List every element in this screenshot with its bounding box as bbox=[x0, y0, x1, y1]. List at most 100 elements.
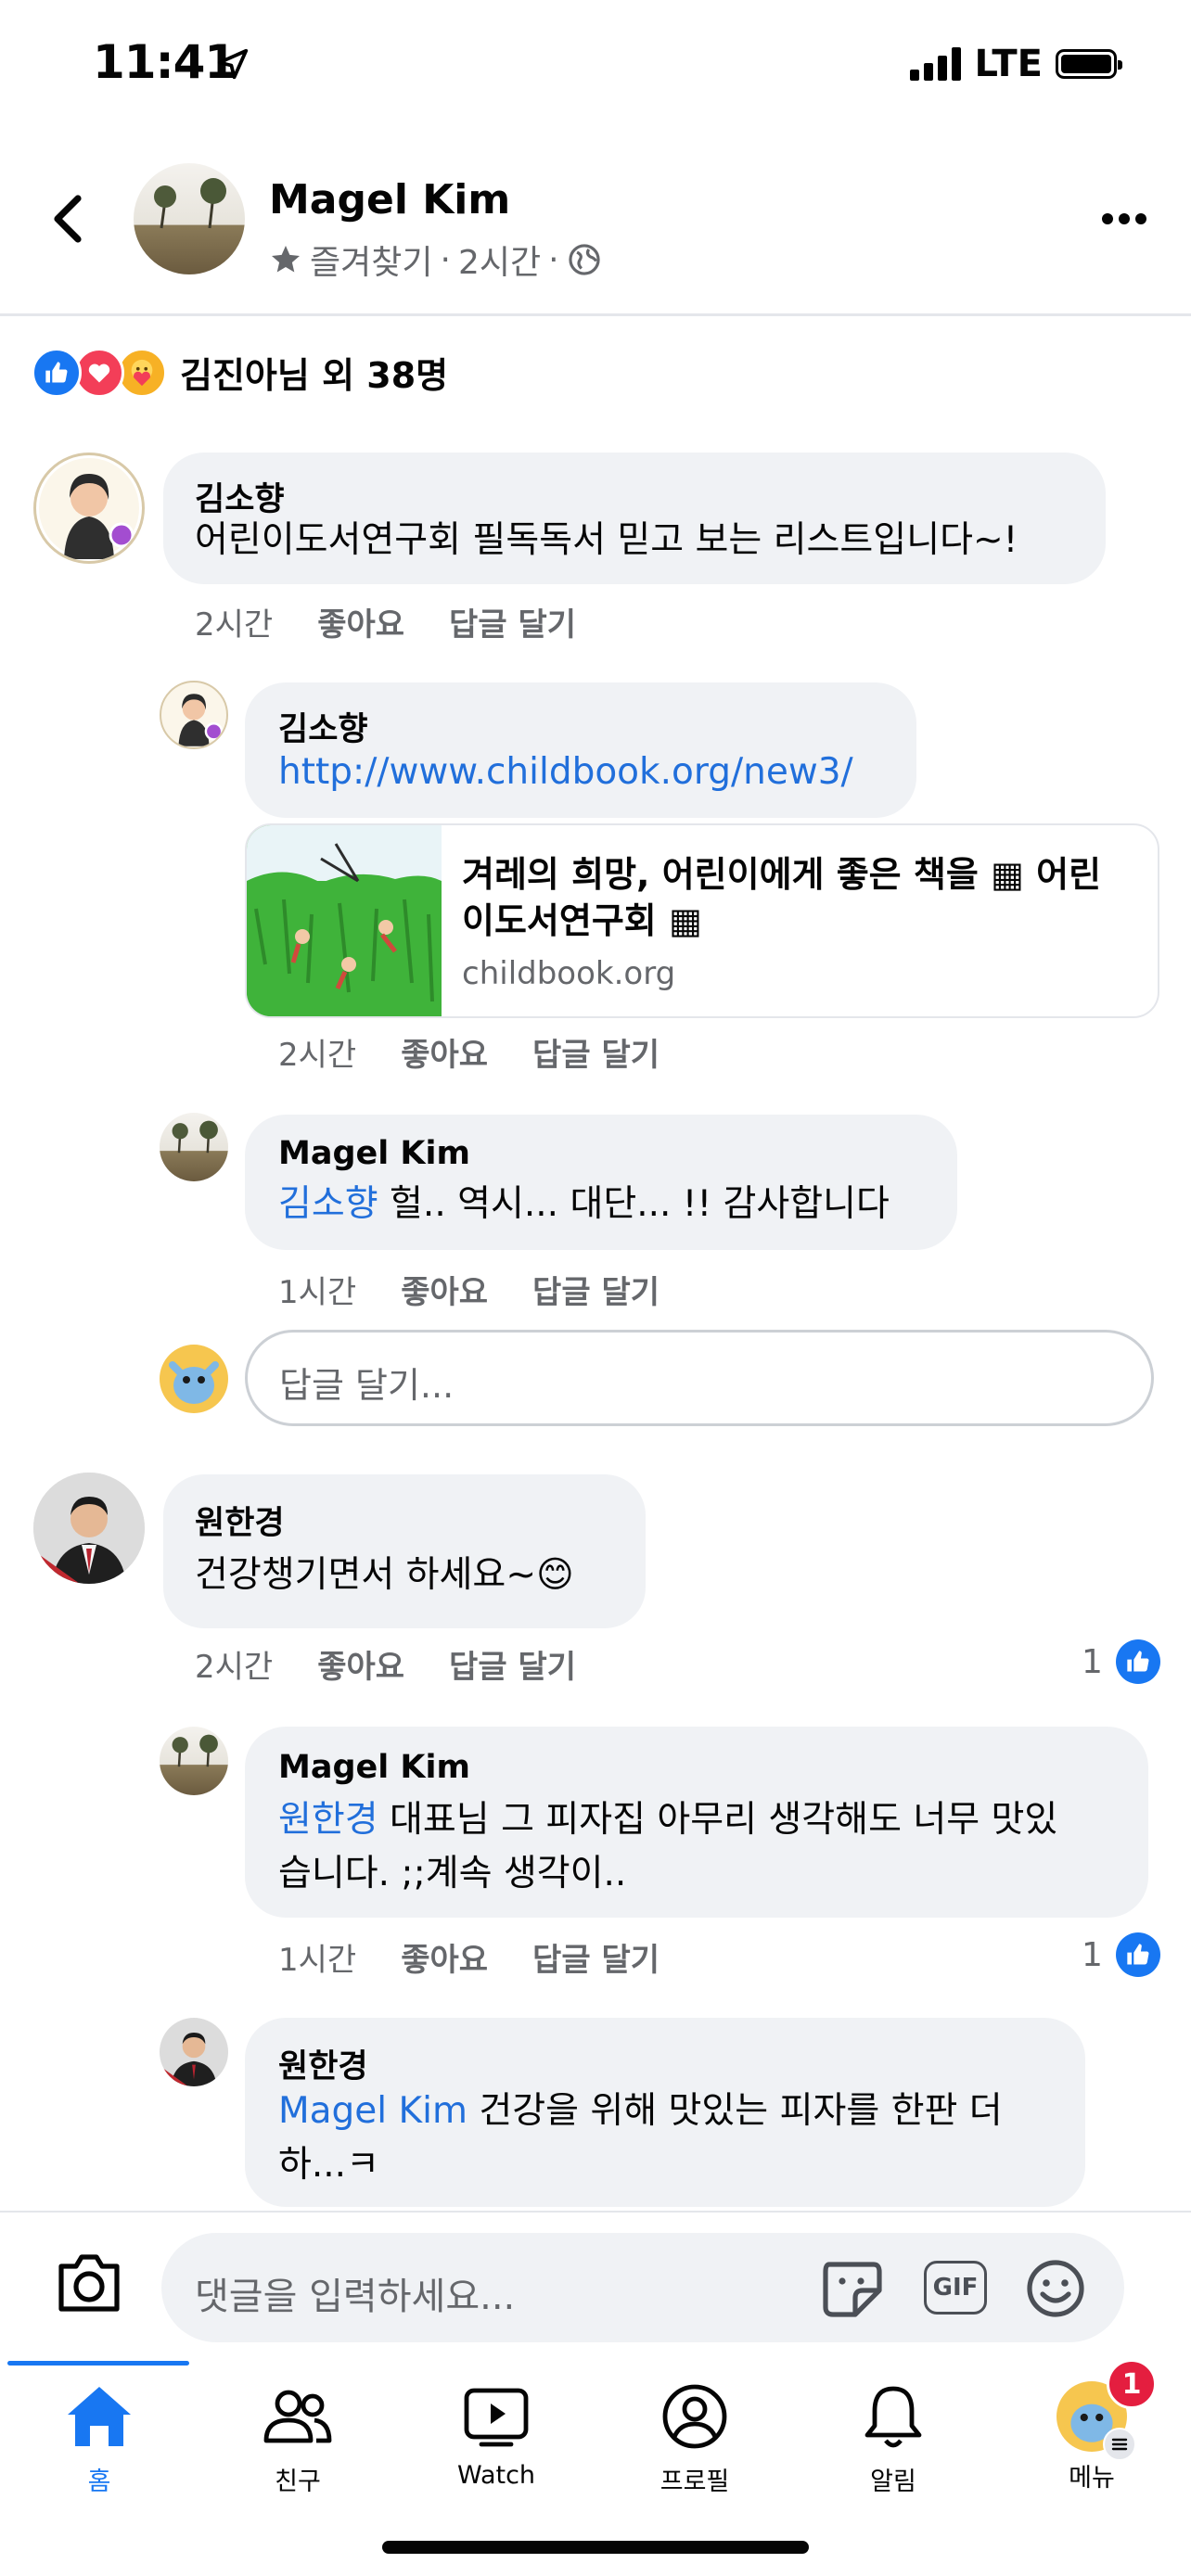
home-indicator bbox=[382, 2541, 809, 2554]
like-button[interactable]: 좋아요 bbox=[401, 1934, 488, 1980]
comment-text: 건강챙기면서 하세요~😊 bbox=[195, 1554, 574, 1596]
like-count: 1 bbox=[1082, 1642, 1103, 1681]
like-button[interactable]: 좋아요 bbox=[317, 599, 404, 644]
more-options-icon[interactable] bbox=[1100, 210, 1148, 228]
reply-button[interactable]: 답글 달기 bbox=[449, 599, 576, 644]
mention-link[interactable]: 원한경 bbox=[278, 1799, 378, 1841]
comment-text-line: 대표님 그 피자집 아무리 생각해도 너무 맛있 bbox=[378, 1799, 1058, 1841]
tab-label: Watch bbox=[456, 2461, 536, 2490]
meta-dot: · bbox=[548, 240, 559, 279]
star-icon bbox=[272, 246, 300, 273]
commenter-avatar[interactable] bbox=[160, 1113, 228, 1181]
menu-hamburger-icon bbox=[1103, 2428, 1136, 2461]
tab-notifications[interactable]: 알림 bbox=[794, 2381, 992, 2497]
comment-like-count[interactable]: 1 bbox=[1082, 1932, 1160, 1977]
reactions-summary[interactable]: 김진아님 외 38명 bbox=[32, 347, 448, 398]
like-count: 1 bbox=[1082, 1935, 1103, 1974]
link-preview-title[interactable]: 겨레의 희망, 어린이에게 좋은 책을 ▦ 어린 이도서연구회 ▦ bbox=[462, 851, 1139, 944]
battery-icon bbox=[1056, 49, 1122, 79]
like-reaction-icon bbox=[1115, 1639, 1160, 1684]
comment-text-line: 하...ㅋ bbox=[278, 2144, 379, 2186]
back-icon[interactable] bbox=[48, 193, 85, 245]
comment-time: 1시간 bbox=[278, 1274, 357, 1311]
comment-text: 김소향 헐.. 역시... 대단... !! 감사합니다 bbox=[278, 1178, 890, 1231]
like-reaction-icon bbox=[1115, 1932, 1160, 1977]
comment-text: 원한경 대표님 그 피자집 아무리 생각해도 너무 맛있 습니다. ;;계속 생… bbox=[278, 1793, 1057, 1901]
commenter-avatar[interactable] bbox=[160, 1727, 228, 1795]
comment-time: 2시간 bbox=[195, 1649, 274, 1686]
network-label: LTE bbox=[974, 43, 1043, 85]
gif-button[interactable]: GIF bbox=[924, 2261, 987, 2315]
comment-actions: 2시간 좋아요 답글 달기 bbox=[278, 1029, 704, 1075]
like-button[interactable]: 좋아요 bbox=[317, 1641, 404, 1687]
bell-icon bbox=[864, 2386, 922, 2448]
like-button[interactable]: 좋아요 bbox=[401, 1267, 488, 1312]
reactions-text: 김진아님 외 38명 bbox=[180, 355, 449, 396]
comment-actions: 1시간 좋아요 답글 달기 bbox=[278, 1267, 704, 1312]
commenter-avatar[interactable] bbox=[160, 681, 228, 749]
commenter-name[interactable]: Magel Kim bbox=[278, 1135, 470, 1172]
comment-bubble[interactable]: Magel Kim 원한경 대표님 그 피자집 아무리 생각해도 너무 맛있 습… bbox=[245, 1727, 1148, 1918]
comment-input[interactable]: 댓글을 입력하세요... GIF bbox=[161, 2233, 1124, 2342]
comment-actions: 2시간 좋아요 답글 달기 bbox=[195, 1641, 621, 1687]
comment-input-placeholder: 댓글을 입력하세요... bbox=[195, 2276, 516, 2318]
like-button[interactable]: 좋아요 bbox=[401, 1029, 488, 1075]
commenter-name[interactable]: Magel Kim bbox=[278, 1749, 470, 1786]
link-preview-domain: childbook.org bbox=[462, 955, 676, 992]
reply-input[interactable]: 답글 달기... bbox=[245, 1330, 1154, 1426]
post-time: 2시간 bbox=[457, 244, 542, 282]
signal-icon bbox=[909, 47, 961, 81]
tab-watch[interactable]: Watch bbox=[397, 2381, 596, 2490]
love-reaction-icon bbox=[74, 347, 124, 398]
comment-link[interactable]: http://www.childbook.org/new3/ bbox=[278, 746, 853, 799]
location-arrow-icon bbox=[217, 48, 249, 80]
reply-button[interactable]: 답글 달기 bbox=[449, 1641, 576, 1687]
link-preview-image bbox=[247, 825, 442, 1016]
post-meta: 즐겨찾기 · 2시간 · bbox=[269, 236, 602, 284]
profile-icon bbox=[662, 2384, 727, 2449]
comment-text-line: 건강을 위해 맛있는 피자를 한판 더 bbox=[467, 2090, 1003, 2132]
emoji-icon[interactable] bbox=[1024, 2257, 1087, 2320]
reply-button[interactable]: 답글 달기 bbox=[532, 1267, 660, 1312]
mention-link[interactable]: 김소향 bbox=[278, 1183, 378, 1225]
comment-like-count[interactable]: 1 bbox=[1082, 1639, 1160, 1684]
tab-menu[interactable]: 1 메뉴 bbox=[992, 2359, 1191, 2493]
tab-label: 친구 bbox=[275, 2468, 321, 2496]
comment-actions: 2시간 좋아요 답글 달기 bbox=[195, 599, 621, 644]
sticker-icon[interactable] bbox=[818, 2257, 885, 2320]
tab-friends[interactable]: 친구 bbox=[198, 2381, 397, 2497]
status-indicators: LTE bbox=[909, 43, 1122, 85]
commenter-avatar[interactable] bbox=[33, 453, 145, 564]
comment-bubble[interactable]: 김소향 http://www.childbook.org/new3/ bbox=[245, 682, 916, 818]
tab-label: 알림 bbox=[870, 2468, 916, 2496]
like-reaction-icon bbox=[32, 347, 82, 398]
reply-button[interactable]: 답글 달기 bbox=[532, 1934, 660, 1980]
commenter-name[interactable]: 원한경 bbox=[195, 1497, 285, 1544]
notification-badge: 1 bbox=[1107, 2359, 1157, 2409]
gif-label: GIF bbox=[932, 2274, 979, 2302]
reply-button[interactable]: 답글 달기 bbox=[532, 1029, 660, 1075]
header-divider bbox=[0, 313, 1191, 316]
commenter-avatar[interactable] bbox=[160, 2018, 228, 2086]
commenter-name[interactable]: 원한경 bbox=[278, 2040, 368, 2087]
author-name[interactable]: Magel Kim bbox=[269, 176, 510, 223]
commenter-avatar[interactable] bbox=[33, 1473, 145, 1584]
comment-bubble[interactable]: 원한경 건강챙기면서 하세요~😊 bbox=[163, 1474, 646, 1628]
tab-home[interactable]: 홈 bbox=[0, 2381, 198, 2497]
mention-link[interactable]: Magel Kim bbox=[278, 2090, 467, 2132]
author-avatar[interactable] bbox=[134, 163, 245, 274]
comment-text-line: 습니다. ;;계속 생각이.. bbox=[278, 1853, 627, 1894]
commenter-name[interactable]: 김소향 bbox=[278, 703, 368, 750]
camera-icon[interactable] bbox=[54, 2251, 124, 2315]
tab-profile[interactable]: 프로필 bbox=[596, 2381, 794, 2497]
comment-bubble[interactable]: Magel Kim 김소향 헐.. 역시... 대단... !! 감사합니다 bbox=[245, 1115, 957, 1250]
comment-actions: 1시간 좋아요 답글 달기 bbox=[278, 1934, 704, 1980]
comment-bubble[interactable]: 김소향 어린이도서연구회 필독독서 믿고 보는 리스트입니다~! bbox=[163, 453, 1106, 584]
friends-icon bbox=[263, 2390, 332, 2443]
comment-text: Magel Kim 건강을 위해 맛있는 피자를 한판 더 하...ㅋ bbox=[278, 2085, 1003, 2192]
comment-text-body: 헐.. 역시... 대단... !! 감사합니다 bbox=[378, 1183, 890, 1225]
care-reaction-icon bbox=[117, 347, 167, 398]
comment-bubble[interactable]: 원한경 Magel Kim 건강을 위해 맛있는 피자를 한판 더 하...ㅋ bbox=[245, 2018, 1085, 2207]
reply-input-placeholder: 답글 달기... bbox=[279, 1365, 455, 1406]
link-preview[interactable]: 겨레의 희망, 어린이에게 좋은 책을 ▦ 어린 이도서연구회 ▦ childb… bbox=[245, 823, 1159, 1018]
